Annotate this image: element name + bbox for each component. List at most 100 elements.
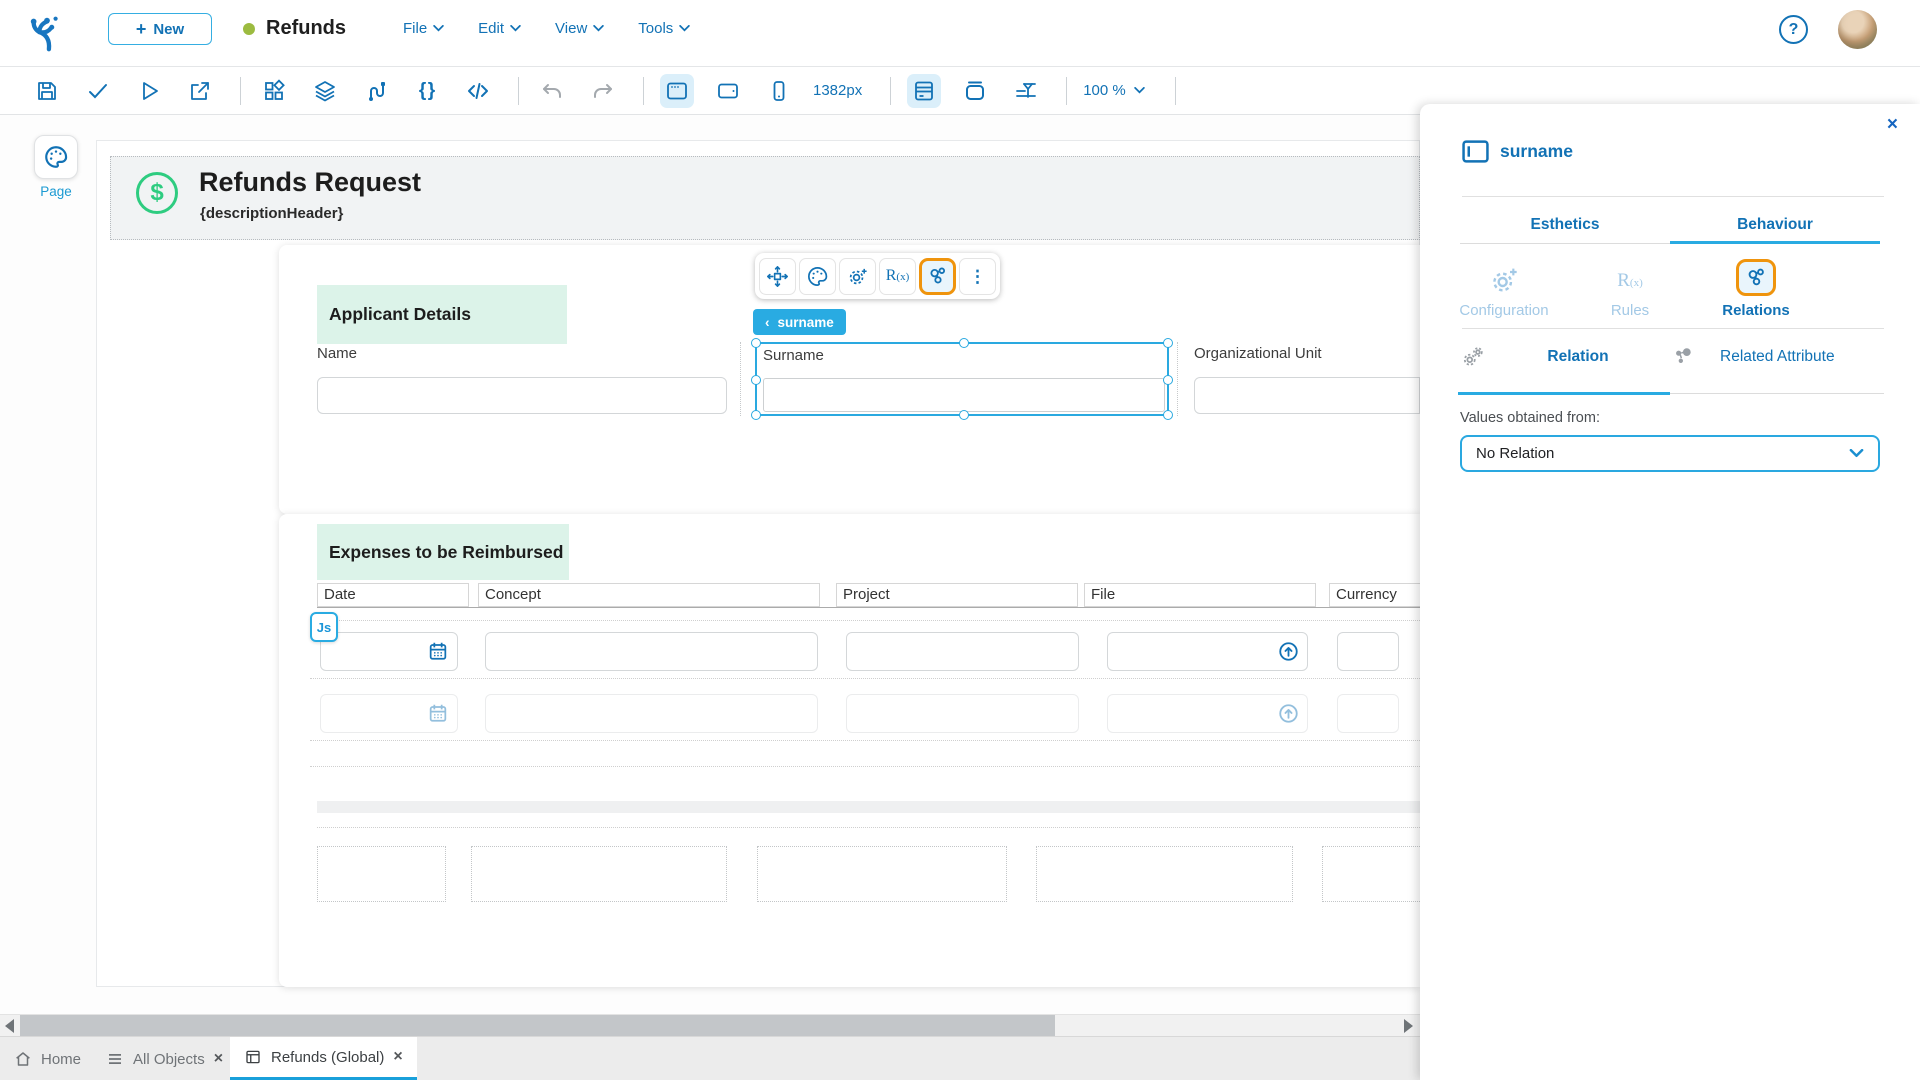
selection-handle[interactable] [1163, 375, 1173, 385]
form-header-block[interactable]: $ Refunds Request {descriptionHeader} [110, 156, 1420, 240]
subtab-relation-active[interactable]: Relation [1460, 344, 1670, 370]
relations-sub-tabs: Relation Related Attribute [1460, 344, 1884, 376]
relation-dropdown[interactable]: No Relation [1460, 435, 1880, 472]
scrollbar-thumb[interactable] [20, 1015, 1055, 1036]
scroll-left-arrow-icon[interactable] [5, 1019, 14, 1033]
related-attribute-icon [1670, 344, 1696, 370]
empty-placeholder-cell[interactable] [1322, 846, 1420, 902]
tab-behaviour[interactable]: Behaviour [1670, 216, 1880, 234]
currency-input-row2[interactable] [1337, 694, 1399, 733]
rules-rx-icon: R(x) [886, 267, 910, 285]
selection-handle[interactable] [751, 375, 761, 385]
row-separator [310, 678, 1420, 679]
menu-edit[interactable]: Edit [478, 20, 521, 37]
expenses-section-title[interactable]: Expenses to be Reimbursed [317, 524, 569, 580]
relations-button-active[interactable] [919, 258, 956, 295]
user-avatar[interactable] [1838, 10, 1877, 49]
name-input[interactable] [317, 377, 727, 414]
save-icon [35, 79, 59, 103]
menu-file[interactable]: File [403, 20, 444, 37]
app-logo-icon[interactable] [26, 12, 68, 54]
zoom-control[interactable]: 100 % [1083, 82, 1145, 99]
calendar-icon[interactable] [427, 702, 449, 724]
project-input-row2[interactable] [846, 694, 1079, 733]
tab-all-objects[interactable]: All Objects × [106, 1037, 223, 1080]
phone-view-button[interactable] [762, 74, 796, 108]
close-tab-icon[interactable]: × [214, 1050, 223, 1068]
configuration-button[interactable] [839, 258, 876, 295]
selection-handle[interactable] [959, 410, 969, 420]
rules-button[interactable]: R(x) [879, 258, 916, 295]
selection-handle[interactable] [1163, 338, 1173, 348]
export-button[interactable] [183, 74, 217, 108]
tablet-view-button[interactable] [711, 74, 745, 108]
braces-button[interactable]: { } [410, 74, 444, 108]
menu-view[interactable]: View [555, 20, 604, 37]
concept-input-row2[interactable] [485, 694, 818, 733]
connections-button[interactable] [359, 74, 393, 108]
kebab-icon: ⋮ [969, 268, 986, 285]
col-header-project[interactable]: Project [836, 583, 1078, 607]
help-button[interactable]: ? [1779, 15, 1808, 44]
close-panel-icon[interactable]: × [1887, 114, 1898, 136]
align-distribute-button[interactable] [1009, 74, 1043, 108]
scroll-right-arrow-icon[interactable] [1404, 1019, 1413, 1033]
icon-tab-relations-active[interactable]: Relations [1693, 256, 1819, 319]
close-tab-icon[interactable]: × [393, 1048, 402, 1066]
phone-icon [767, 79, 791, 103]
preview-button[interactable] [132, 74, 166, 108]
concept-input[interactable] [485, 632, 818, 671]
selection-handle[interactable] [751, 410, 761, 420]
layers-button[interactable] [308, 74, 342, 108]
undo-button[interactable] [535, 74, 569, 108]
col-header-date[interactable]: Date [317, 583, 469, 607]
tab-home[interactable]: Home [14, 1037, 81, 1080]
project-input[interactable] [846, 632, 1079, 671]
applicant-section-title[interactable]: Applicant Details [317, 285, 567, 344]
move-button[interactable] [759, 258, 796, 295]
col-header-concept[interactable]: Concept [478, 583, 820, 607]
tab-refunds-global-active[interactable]: Refunds (Global) × [230, 1037, 417, 1080]
surname-input[interactable] [763, 378, 1165, 412]
upload-icon[interactable] [1277, 702, 1300, 725]
empty-placeholder-cell[interactable] [471, 846, 727, 902]
calendar-icon[interactable] [427, 640, 449, 662]
new-button[interactable]: + New [108, 13, 212, 45]
more-options-button[interactable]: ⋮ [959, 258, 996, 295]
empty-placeholder-cell[interactable] [1036, 846, 1293, 902]
validate-button[interactable] [81, 74, 115, 108]
toolbar-divider [643, 77, 644, 105]
horizontal-scrollbar[interactable] [0, 1014, 1420, 1036]
page-style-button[interactable] [34, 135, 78, 179]
org-unit-input[interactable] [1194, 377, 1420, 414]
icon-tab-rules[interactable]: R(x) Rules [1567, 256, 1693, 319]
selection-handle[interactable] [751, 338, 761, 348]
redo-button[interactable] [586, 74, 620, 108]
col-header-currency[interactable]: Currency [1329, 583, 1420, 607]
desktop-view-button[interactable] [660, 74, 694, 108]
surname-field-selected[interactable]: Surname [755, 342, 1169, 416]
expenses-card[interactable]: Expenses to be Reimbursed Date Concept P… [279, 514, 1420, 987]
empty-placeholder-cell[interactable] [757, 846, 1007, 902]
container-layout-button[interactable] [958, 74, 992, 108]
form-layout-button[interactable] [907, 74, 941, 108]
upload-icon[interactable] [1277, 640, 1300, 663]
panel-title-row: surname [1462, 140, 1573, 163]
selected-element-chip[interactable]: ‹ surname [753, 309, 846, 335]
form-header-subtitle: {descriptionHeader} [200, 205, 343, 222]
selection-handle[interactable] [1163, 410, 1173, 420]
menu-tools[interactable]: Tools [638, 20, 690, 37]
relation-icon [926, 265, 949, 288]
currency-input[interactable] [1337, 632, 1399, 671]
empty-placeholder-cell[interactable] [317, 846, 446, 902]
style-button[interactable] [799, 258, 836, 295]
widgets-button[interactable] [257, 74, 291, 108]
tab-esthetics[interactable]: Esthetics [1460, 216, 1670, 234]
js-script-badge[interactable]: Js [310, 612, 338, 642]
subtab-related-attribute[interactable]: Related Attribute [1670, 344, 1884, 370]
icon-tab-configuration[interactable]: Configuration [1441, 256, 1567, 319]
source-code-button[interactable] [461, 74, 495, 108]
col-header-file[interactable]: File [1084, 583, 1316, 607]
selection-handle[interactable] [959, 338, 969, 348]
save-button[interactable] [30, 74, 64, 108]
